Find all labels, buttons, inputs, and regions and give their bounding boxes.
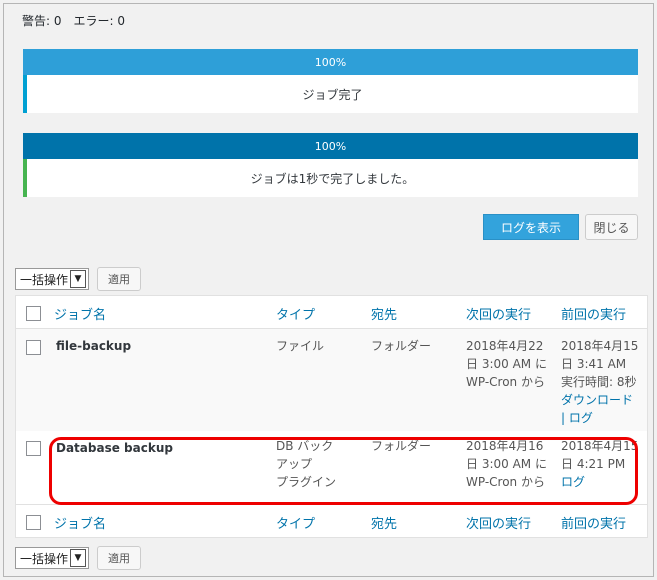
- job-type-line: アップ: [276, 457, 313, 471]
- job-next-run: 2018年4月16 日 3:00 AM に WP-Cron から: [466, 437, 547, 491]
- bulk-action-label: 一括操作: [20, 551, 69, 566]
- next-run-line: 日 3:00 AM に: [466, 357, 547, 371]
- chevron-down-icon: ▼: [70, 270, 87, 288]
- last-run-line: 2018年4月15: [561, 439, 639, 453]
- last-run-line: 日 3:41 AM: [561, 357, 627, 371]
- next-run-line: 日 3:00 AM に: [466, 457, 547, 471]
- log-link[interactable]: ログ: [561, 473, 638, 491]
- progress-label-2: 100%: [314, 139, 347, 153]
- col-job-name[interactable]: ジョブ名: [54, 513, 106, 532]
- log-link[interactable]: | ログ: [561, 409, 638, 427]
- col-type[interactable]: タイプ: [276, 513, 315, 532]
- table-header: ジョブ名 タイプ 宛先 次回の実行 前回の実行: [16, 296, 647, 329]
- progress-bar-2: 100%: [23, 133, 638, 159]
- job-last-run: 2018年4月15 日 3:41 AM 実行時間: 8秒 ダウンロード | ログ: [561, 337, 638, 427]
- job-type: DB バック アップ プラグイン: [276, 437, 336, 491]
- bulk-action-select[interactable]: 一括操作 ▼: [15, 547, 90, 569]
- bulk-actions-top: 一括操作 ▼ 適用: [15, 266, 142, 292]
- table-footer: ジョブ名 タイプ 宛先 次回の実行 前回の実行: [16, 504, 647, 539]
- progress-bar-1: 100%: [23, 49, 638, 75]
- select-all-checkbox-bottom[interactable]: [26, 515, 41, 530]
- job-destination: フォルダー: [371, 439, 432, 453]
- progress-message-2: ジョブは1秒で完了しました。: [23, 159, 638, 197]
- next-run-line: WP-Cron から: [466, 475, 545, 489]
- progress-message-1: ジョブ完了: [23, 75, 638, 113]
- last-run-line: 2018年4月15: [561, 339, 639, 353]
- job-destination: フォルダー: [371, 339, 432, 353]
- bulk-action-label: 一括操作: [20, 272, 69, 287]
- job-name[interactable]: file-backup: [56, 337, 131, 355]
- apply-button[interactable]: 適用: [97, 267, 142, 291]
- last-run-line: 日 4:21 PM: [561, 457, 626, 471]
- col-destination[interactable]: 宛先: [371, 513, 397, 532]
- col-next-run[interactable]: 次回の実行: [466, 304, 531, 323]
- close-button[interactable]: 閉じる: [585, 214, 638, 240]
- row-checkbox[interactable]: [26, 340, 41, 355]
- col-type[interactable]: タイプ: [276, 304, 315, 323]
- col-last-run[interactable]: 前回の実行: [561, 304, 626, 323]
- apply-button[interactable]: 適用: [97, 546, 142, 570]
- next-run-line: 2018年4月16: [466, 439, 544, 453]
- select-all-checkbox[interactable]: [26, 306, 41, 321]
- chevron-down-icon: ▼: [70, 549, 87, 567]
- job-type-line: ファイル: [276, 339, 325, 353]
- bulk-actions-bottom: 一括操作 ▼ 適用: [15, 545, 142, 571]
- bulk-action-select[interactable]: 一括操作 ▼: [15, 268, 90, 290]
- col-job-name[interactable]: ジョブ名: [54, 304, 106, 323]
- job-last-run: 2018年4月15 日 4:21 PM ログ: [561, 437, 638, 491]
- job-name[interactable]: Database backup: [56, 439, 173, 457]
- show-log-button[interactable]: ログを表示: [483, 214, 579, 240]
- col-last-run[interactable]: 前回の実行: [561, 513, 626, 532]
- next-run-line: 2018年4月22: [466, 339, 544, 353]
- jobs-table: ジョブ名 タイプ 宛先 次回の実行 前回の実行 file-backup ファイル…: [15, 295, 648, 538]
- job-type-line: プラグイン: [276, 475, 337, 489]
- job-type: ファイル: [276, 337, 324, 355]
- progress-label-1: 100%: [314, 55, 347, 69]
- col-destination[interactable]: 宛先: [371, 304, 397, 323]
- download-link[interactable]: ダウンロード: [561, 391, 638, 409]
- table-row: file-backup ファイル フォルダー 2018年4月22 日 3:00 …: [16, 329, 647, 431]
- status-line: 警告: 0 エラー: 0: [22, 14, 125, 28]
- next-run-line: WP-Cron から: [466, 375, 545, 389]
- job-type-line: DB バック: [276, 439, 334, 453]
- last-run-line: 実行時間: 8秒: [561, 375, 637, 389]
- job-next-run: 2018年4月22 日 3:00 AM に WP-Cron から: [466, 337, 547, 391]
- table-row: Database backup DB バック アップ プラグイン フォルダー 2…: [16, 431, 647, 504]
- row-checkbox[interactable]: [26, 441, 41, 456]
- col-next-run[interactable]: 次回の実行: [466, 513, 531, 532]
